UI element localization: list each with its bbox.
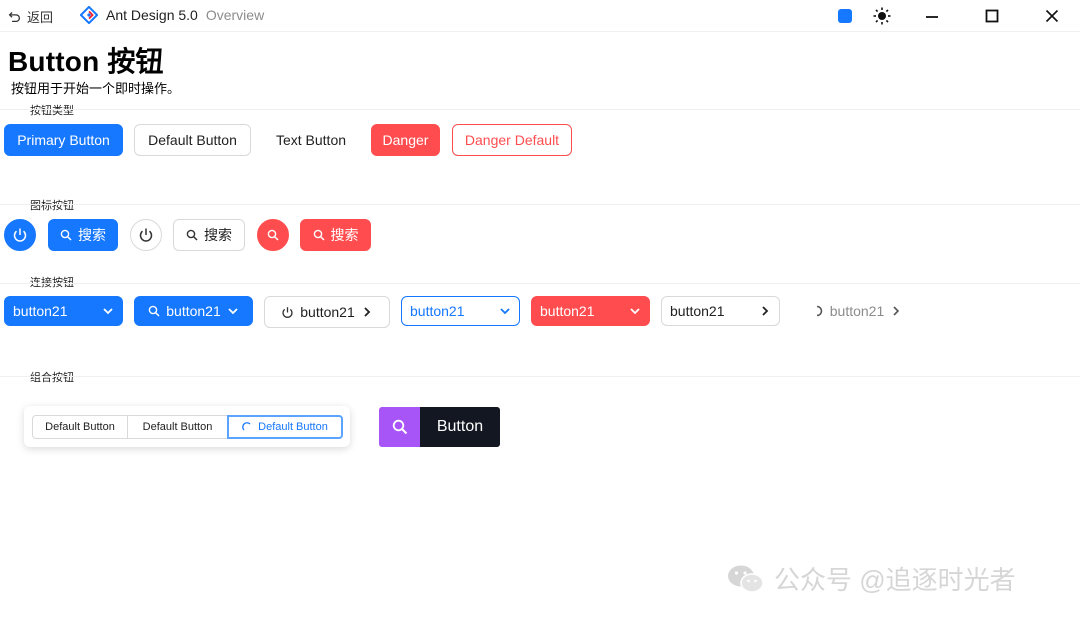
sun-icon: [873, 7, 891, 25]
search-icon: [392, 419, 407, 435]
button-label: button21: [13, 303, 68, 319]
divider: [0, 283, 1080, 284]
app-name: Ant Design 5.0: [106, 7, 198, 23]
title-bar: 返回 Ant Design 5.0 Overview: [0, 0, 1080, 32]
maximize-button[interactable]: [982, 0, 1002, 32]
dropdown-danger-button[interactable]: button21: [531, 296, 650, 326]
danger-button[interactable]: Danger: [371, 124, 440, 156]
section-label-link: 连接按钮: [30, 277, 74, 289]
power-icon: [139, 228, 153, 242]
segment-label: Default Button: [258, 421, 328, 433]
chevron-down-icon: [500, 308, 510, 315]
search-icon: [313, 229, 325, 241]
group-segment-button[interactable]: Default Button: [32, 415, 128, 439]
divider: [0, 204, 1080, 205]
dark-button[interactable]: Button: [420, 407, 500, 447]
chevron-down-icon: [103, 308, 113, 315]
search-label: 搜索: [204, 227, 232, 243]
close-button[interactable]: [1042, 0, 1062, 32]
section-label-types: 按钮类型: [30, 105, 74, 117]
group-segment-button-active[interactable]: Default Button: [227, 415, 343, 439]
watermark-text: 公众号 @追逐时光者: [774, 565, 1016, 595]
dropdown-outline-button[interactable]: button21: [401, 296, 520, 326]
search-icon: [148, 305, 160, 317]
section-label-group: 组合按钮: [30, 372, 74, 384]
power-link-default-button[interactable]: button21: [264, 296, 390, 328]
chevron-right-icon: [762, 306, 769, 316]
power-icon: [13, 228, 27, 242]
search-label: 搜索: [330, 227, 359, 243]
loading-link-text-button[interactable]: button21: [810, 296, 906, 326]
color-theme-button[interactable]: [836, 0, 854, 32]
group-segment-button[interactable]: Default Button: [127, 415, 228, 439]
back-button[interactable]: 返回: [8, 7, 53, 26]
search-danger-button[interactable]: 搜索: [300, 219, 371, 251]
loading-spinner-icon: [816, 305, 823, 317]
button-label: button21: [166, 303, 221, 319]
chevron-right-icon: [364, 307, 371, 317]
chevron-right-icon: [893, 306, 900, 316]
maximize-icon: [985, 9, 999, 23]
link-default-button[interactable]: button21: [661, 296, 780, 326]
text-button[interactable]: Text Button: [263, 124, 359, 156]
undo-icon: [8, 11, 20, 23]
default-button[interactable]: Default Button: [134, 124, 251, 156]
divider: [0, 376, 1080, 377]
primary-button[interactable]: Primary Button: [4, 124, 123, 156]
app-subtitle: Overview: [205, 7, 265, 23]
watermark: 公众号 @追逐时光者: [726, 560, 1016, 597]
back-label: 返回: [27, 10, 54, 25]
color-theme-icon: [838, 9, 852, 23]
danger-default-button[interactable]: Danger Default: [452, 124, 572, 156]
search-icon: [60, 229, 72, 241]
chevron-down-icon: [630, 308, 640, 315]
power-circle-default-button[interactable]: [130, 219, 162, 251]
loading-spinner-icon: [242, 422, 251, 431]
search-icon: [186, 229, 198, 241]
search-circle-danger-button[interactable]: [257, 219, 289, 251]
purple-search-button[interactable]: [379, 407, 420, 447]
page-description: 按钮用于开始一个即时操作。: [11, 81, 181, 96]
page-title: Button 按钮: [8, 46, 164, 77]
chevron-down-icon: [228, 308, 238, 315]
dropdown-search-primary-button[interactable]: button21: [134, 296, 253, 326]
button-label: button21: [300, 304, 355, 320]
button-label: button21: [410, 303, 465, 319]
button-label: button21: [670, 303, 725, 319]
section-label-icon: 图标按钮: [30, 200, 74, 212]
close-icon: [1045, 9, 1059, 23]
dropdown-primary-button[interactable]: button21: [4, 296, 123, 326]
search-default-button[interactable]: 搜索: [173, 219, 245, 251]
theme-toggle-button[interactable]: [872, 0, 892, 32]
button-label: button21: [829, 303, 885, 319]
power-icon: [282, 306, 293, 318]
minimize-icon: [926, 16, 938, 18]
app-brand: Ant Design 5.0 Overview: [80, 6, 264, 24]
power-circle-primary-button[interactable]: [4, 219, 36, 251]
divider: [0, 109, 1080, 110]
search-primary-button[interactable]: 搜索: [48, 219, 118, 251]
wechat-icon: [728, 565, 764, 593]
minimize-button[interactable]: [922, 0, 942, 32]
search-label: 搜索: [78, 227, 106, 243]
button-label: button21: [540, 303, 595, 319]
search-icon: [267, 229, 279, 241]
antd-logo-icon: [80, 6, 98, 24]
